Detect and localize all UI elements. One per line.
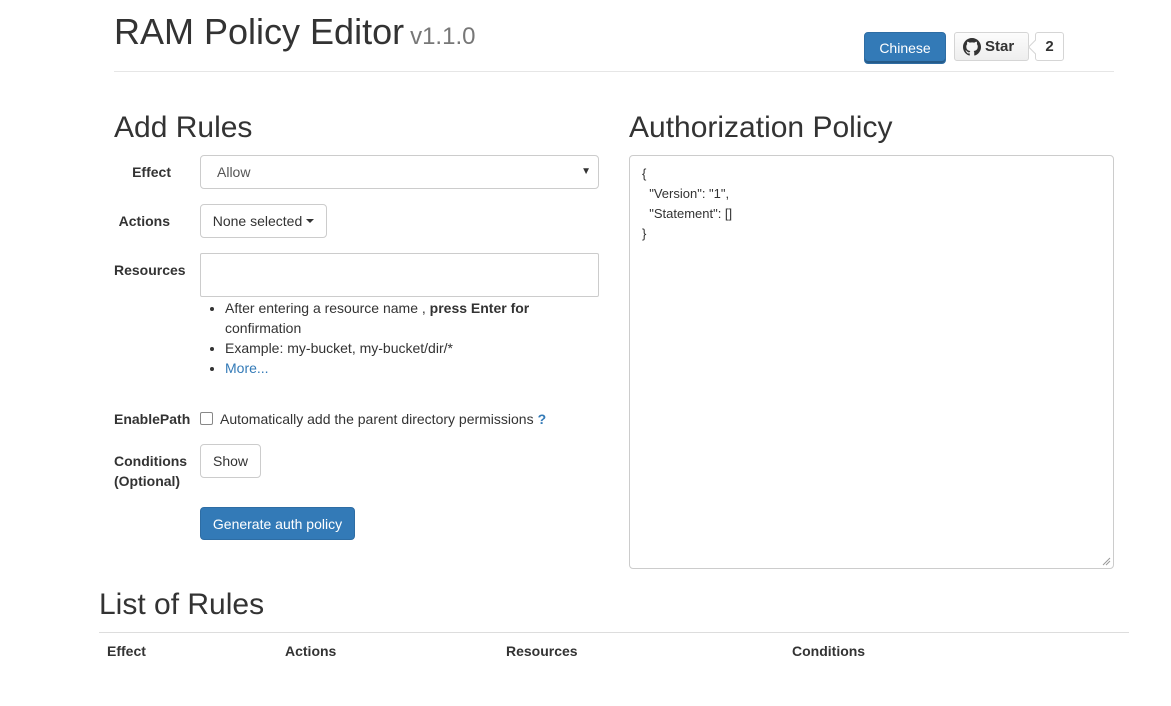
caret-down-icon	[306, 219, 315, 223]
conditions-label-line1: Conditions	[114, 453, 188, 469]
more-link[interactable]: More...	[225, 360, 269, 376]
enable-path-description: Automatically add the parent directory p…	[220, 409, 546, 429]
page-title: RAM Policy Editor v1.1.0	[114, 10, 475, 59]
column-header-effect: Effect	[107, 643, 146, 659]
app-version: v1.1.0	[410, 23, 476, 50]
actions-button-label: None selected	[212, 213, 303, 229]
column-header-resources: Resources	[506, 643, 578, 659]
policy-json-textarea[interactable]: { "Version": "1", "Statement": [] }	[629, 155, 1114, 569]
generate-auth-policy-button[interactable]: Generate auth policy	[200, 507, 355, 540]
help-item-enter: After entering a resource name , press E…	[225, 298, 605, 338]
help-enter-cont: confirmation	[225, 320, 302, 336]
effect-selected-value: Allow	[217, 164, 251, 180]
actions-label: Actions	[118, 213, 170, 229]
actions-multiselect-button[interactable]: None selected	[200, 204, 327, 238]
authorization-policy-heading: Authorization Policy	[629, 111, 893, 144]
app-title-text: RAM Policy Editor	[114, 11, 405, 52]
enable-path-checkbox[interactable]	[200, 412, 213, 425]
chevron-down-icon: ▼	[581, 166, 591, 177]
list-of-rules-heading: List of Rules	[99, 588, 265, 621]
enable-path-label: EnablePath	[114, 411, 191, 427]
effect-label: Effect	[132, 164, 171, 180]
add-rules-heading: Add Rules	[114, 111, 253, 144]
conditions-show-button[interactable]: Show	[200, 444, 261, 478]
resize-grip-icon[interactable]	[1101, 556, 1111, 566]
conditions-label: Conditions (Optional)	[114, 451, 187, 491]
enable-path-text: Automatically add the parent directory p…	[220, 411, 534, 427]
conditions-label-line2: (Optional)	[114, 473, 181, 489]
github-icon	[963, 37, 981, 56]
effect-select[interactable]: Allow ▼	[200, 155, 599, 189]
resources-input[interactable]	[200, 253, 599, 297]
help-item-more: More...	[225, 358, 605, 378]
resources-help-list: After entering a resource name , press E…	[200, 298, 605, 378]
github-star-count[interactable]: 2	[1035, 32, 1064, 61]
resources-label: Resources	[114, 262, 186, 278]
column-header-actions: Actions	[285, 643, 337, 659]
language-button[interactable]: Chinese	[864, 32, 946, 64]
github-star-label: Star	[985, 38, 1015, 55]
help-item-example: Example: my-bucket, my-bucket/dir/*	[225, 338, 605, 358]
header-divider	[114, 71, 1114, 72]
column-header-conditions: Conditions	[792, 643, 866, 659]
github-star-button[interactable]: Star	[954, 32, 1029, 61]
help-enter-bold: press Enter for	[429, 300, 530, 316]
help-enter-prefix: After entering a resource name ,	[225, 300, 430, 316]
rules-table-divider	[99, 632, 1129, 633]
help-question-icon[interactable]: ?	[538, 411, 547, 427]
